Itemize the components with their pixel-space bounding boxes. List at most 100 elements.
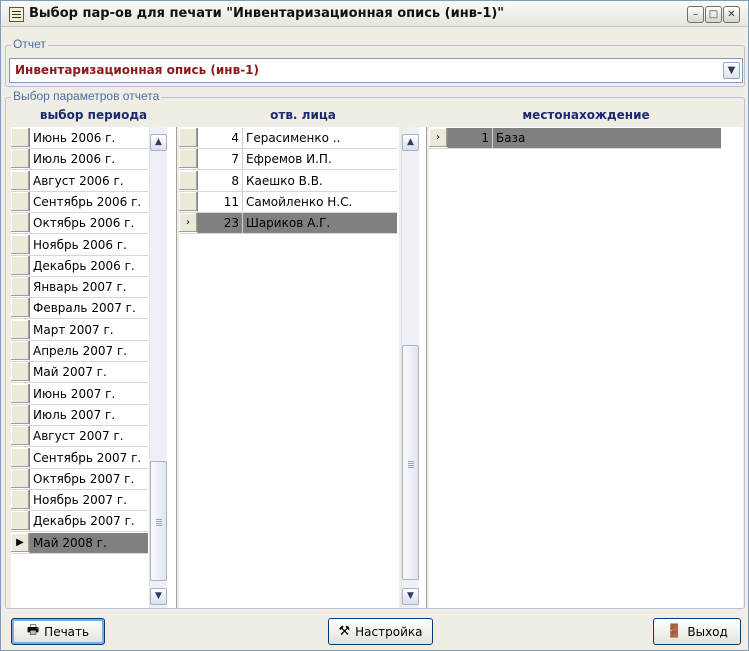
- scroll-up-icon[interactable]: ▲: [150, 134, 167, 151]
- period-header: выбор периода: [39, 108, 148, 122]
- printer-icon: 🖶: [26, 622, 40, 638]
- period-label: Март 2007 г.: [33, 322, 114, 337]
- row-indicator[interactable]: [11, 191, 30, 212]
- title-bar[interactable]: Выбор пар-ов для печати "Инвентаризацион…: [1, 1, 748, 27]
- row-pointer-icon[interactable]: ▶: [11, 532, 30, 553]
- print-button-label: Печать: [44, 624, 90, 639]
- person-name: Самойленко Н.С.: [246, 194, 353, 209]
- person-name: Шариков А.Г.: [246, 216, 331, 231]
- row-indicator[interactable]: [11, 149, 30, 170]
- person-row[interactable]: 7 Ефремов И.П.: [179, 149, 397, 171]
- tools-icon: ⚒: [338, 624, 351, 639]
- row-indicator[interactable]: [179, 149, 198, 170]
- row-indicator[interactable]: [11, 511, 30, 532]
- row-indicator[interactable]: [11, 128, 30, 148]
- locations-header: местонахождение: [522, 108, 650, 122]
- exit-button[interactable]: 🚪 Выход: [653, 618, 741, 645]
- scroll-thumb[interactable]: [150, 461, 167, 581]
- scroll-thumb[interactable]: [402, 345, 419, 580]
- row-indicator[interactable]: [11, 170, 30, 191]
- period-row[interactable]: Сентябрь 2007 г.: [11, 447, 148, 469]
- period-label: Декабрь 2007 г.: [33, 514, 135, 529]
- period-row[interactable]: Октябрь 2006 г.: [11, 213, 148, 235]
- close-button[interactable]: ✕: [723, 6, 740, 23]
- period-row[interactable]: Декабрь 2007 г.: [11, 511, 148, 533]
- row-indicator[interactable]: [11, 319, 30, 340]
- period-row[interactable]: Июнь 2006 г.: [11, 128, 148, 149]
- persons-grid-edge: [419, 127, 427, 608]
- location-name: База: [496, 131, 526, 145]
- row-indicator[interactable]: [11, 447, 30, 468]
- person-number: 8: [231, 173, 239, 188]
- row-indicator[interactable]: [11, 362, 30, 383]
- person-number: 7: [231, 152, 239, 167]
- period-label: Май 2007 г.: [33, 365, 107, 380]
- row-indicator[interactable]: [11, 255, 30, 276]
- row-indicator[interactable]: [179, 170, 198, 191]
- period-row[interactable]: Декабрь 2006 г.: [11, 255, 148, 277]
- row-indicator[interactable]: [179, 128, 198, 148]
- settings-button[interactable]: ⚒ Настройка: [328, 618, 433, 645]
- person-row[interactable]: 11 Самойленко Н.С.: [179, 191, 397, 213]
- minimize-button[interactable]: –: [687, 6, 704, 23]
- period-label: Ноябрь 2007 г.: [33, 493, 127, 508]
- dialog-window: Выбор пар-ов для печати "Инвентаризацион…: [0, 0, 749, 651]
- person-name: Ефремов И.П.: [246, 152, 332, 167]
- period-row[interactable]: Август 2006 г.: [11, 170, 148, 192]
- person-number: 23: [223, 216, 239, 231]
- location-row[interactable]: › 1 База: [429, 128, 721, 149]
- row-indicator[interactable]: [11, 404, 30, 425]
- row-indicator[interactable]: [11, 426, 30, 447]
- period-row[interactable]: Июнь 2007 г.: [11, 383, 148, 405]
- period-label: Ноябрь 2006 г.: [33, 237, 127, 252]
- period-row[interactable]: Ноябрь 2006 г.: [11, 234, 148, 256]
- row-indicator[interactable]: [11, 341, 30, 361]
- period-row[interactable]: Октябрь 2007 г.: [11, 468, 148, 490]
- period-row[interactable]: Июль 2006 г.: [11, 149, 148, 171]
- row-pointer-icon[interactable]: ›: [429, 128, 448, 148]
- row-indicator[interactable]: [11, 468, 30, 489]
- row-indicator[interactable]: [11, 213, 30, 234]
- row-pointer-icon[interactable]: ›: [179, 213, 198, 234]
- exit-button-label: Выход: [687, 624, 728, 639]
- row-indicator[interactable]: [11, 234, 30, 255]
- period-row[interactable]: Июль 2007 г.: [11, 404, 148, 426]
- report-select-value: Инвентаризационная опись (инв-1): [15, 63, 260, 77]
- settings-button-label: Настройка: [355, 624, 423, 639]
- row-indicator[interactable]: [11, 490, 30, 511]
- row-indicator[interactable]: [11, 383, 30, 404]
- params-group-label: Выбор параметров отчета: [11, 89, 162, 103]
- period-scrollbar[interactable]: ▲ ▼: [149, 127, 167, 608]
- period-row[interactable]: Январь 2007 г.: [11, 277, 148, 299]
- scroll-down-icon[interactable]: ▼: [402, 588, 419, 605]
- row-indicator[interactable]: [11, 277, 30, 298]
- period-row[interactable]: Ноябрь 2007 г.: [11, 490, 148, 512]
- period-row[interactable]: ▶ Май 2008 г.: [11, 532, 148, 554]
- period-row[interactable]: Март 2007 г.: [11, 319, 148, 341]
- persons-grid[interactable]: 4 Герасименко .. 7 Ефремов И.П. 8 Каешко В.В.…: [179, 127, 399, 608]
- location-number: 1: [481, 131, 489, 145]
- chevron-down-icon[interactable]: ▼: [723, 62, 740, 79]
- period-label: Октябрь 2007 г.: [33, 471, 135, 486]
- period-row[interactable]: Август 2007 г.: [11, 426, 148, 448]
- scroll-up-icon[interactable]: ▲: [402, 134, 419, 151]
- row-indicator[interactable]: [11, 298, 30, 319]
- row-indicator[interactable]: [179, 191, 198, 212]
- person-number: 4: [231, 131, 239, 145]
- persons-scrollbar[interactable]: ▲ ▼: [401, 127, 419, 608]
- period-row[interactable]: Май 2007 г.: [11, 362, 148, 384]
- scroll-down-icon[interactable]: ▼: [150, 588, 167, 605]
- period-label: Апрель 2007 г.: [33, 344, 128, 358]
- person-row[interactable]: 8 Каешко В.В.: [179, 170, 397, 192]
- persons-header: отв. лица: [270, 108, 336, 122]
- report-select[interactable]: Инвентаризационная опись (инв-1) ▼: [9, 58, 743, 83]
- period-label: Май 2008 г.: [33, 535, 107, 550]
- person-row[interactable]: › 23 Шариков А.Г.: [179, 213, 397, 235]
- period-row[interactable]: Сентябрь 2006 г.: [11, 191, 148, 213]
- period-row[interactable]: Февраль 2007 г.: [11, 298, 148, 320]
- restore-button[interactable]: □: [705, 6, 722, 23]
- locations-grid[interactable]: › 1 База: [429, 127, 743, 608]
- period-row[interactable]: Апрель 2007 г.: [11, 341, 148, 362]
- person-row[interactable]: 4 Герасименко ..: [179, 128, 397, 149]
- print-button[interactable]: 🖶 Печать: [11, 618, 105, 645]
